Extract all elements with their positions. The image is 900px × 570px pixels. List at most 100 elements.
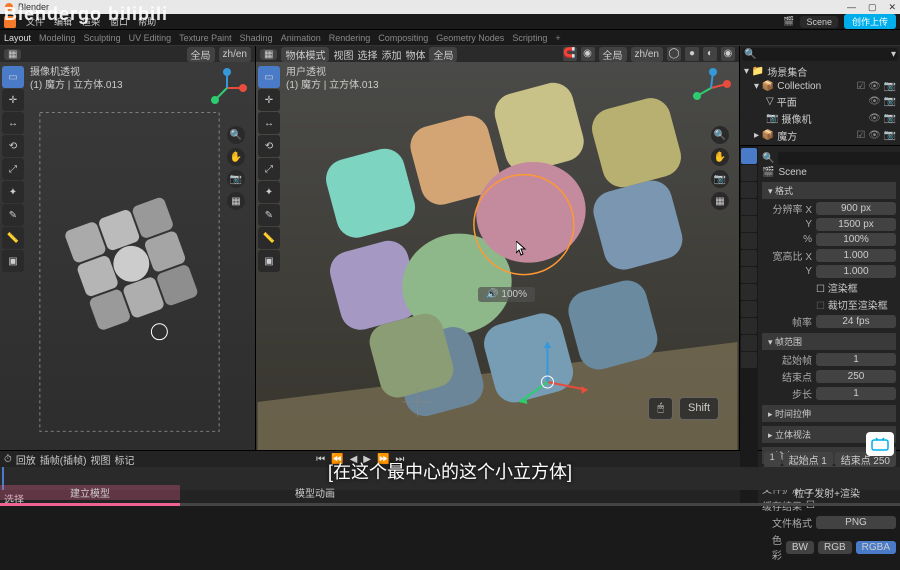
orientation[interactable]: 全局 bbox=[429, 47, 457, 62]
section-range[interactable]: ▾ 帧范围 bbox=[762, 333, 896, 350]
editor-type-icon[interactable]: ▦ bbox=[260, 49, 277, 60]
viewport-camera[interactable]: ▦ 全局 zh/en 摄像机透视(1) 魔方 | 立方体.013 ▭ ✛ bbox=[0, 46, 256, 450]
tool-measure[interactable]: 📏 bbox=[2, 227, 24, 249]
res-x[interactable]: 900 px bbox=[816, 202, 896, 215]
tab-modeling[interactable]: Modeling bbox=[39, 33, 76, 43]
menu-view[interactable]: 视图 bbox=[333, 47, 353, 62]
chk-crop[interactable]: ☐ 裁切至渲染框 bbox=[816, 297, 888, 312]
tool-addcube[interactable]: ▣ bbox=[258, 250, 280, 272]
tl-view[interactable]: 视图 bbox=[90, 452, 110, 467]
tl-marker[interactable]: 标记 bbox=[114, 452, 134, 467]
scene-selector[interactable]: Scene bbox=[800, 16, 838, 28]
tab-shading[interactable]: Shading bbox=[240, 33, 273, 43]
tab-rendering[interactable]: Rendering bbox=[329, 33, 371, 43]
tool-transform[interactable]: ✦ bbox=[258, 181, 280, 203]
pan-icon[interactable]: ✋ bbox=[227, 148, 245, 166]
outliner-collection[interactable]: ▾ 📦 Collection☑ 👁 📷 bbox=[742, 80, 898, 93]
res-y[interactable]: 1500 px bbox=[816, 218, 896, 231]
outliner-item-plane[interactable]: ▽ 平面👁 📷 bbox=[742, 93, 898, 110]
tab-output[interactable] bbox=[741, 165, 757, 181]
lang-toggle[interactable]: zh/en bbox=[631, 47, 663, 62]
camera-icon[interactable]: 📷 bbox=[711, 170, 729, 188]
outliner[interactable]: 🔍 ▾ ▾ 📁 场景集合 ▾ 📦 Collection☑ 👁 📷 ▽ 平面👁 📷… bbox=[740, 46, 900, 146]
viewport-main[interactable]: ▦ 物体模式 视图 选择 添加 物体 全局 🧲 ◉ 全局 zh/en ◯ ● ◐… bbox=[256, 46, 740, 450]
property-content[interactable]: 🔍 🎬 Scene ▾ 格式 分辨率 X900 px Y1500 px %100… bbox=[758, 146, 900, 570]
tl-keying[interactable]: 插帧(插帧) bbox=[40, 452, 87, 467]
frame-start[interactable]: 1 bbox=[816, 353, 896, 366]
editor-type-icon[interactable]: ⏱ bbox=[4, 454, 12, 465]
bilibili-upload-icon[interactable] bbox=[866, 432, 894, 456]
tab-uv[interactable]: UV Editing bbox=[129, 33, 172, 43]
zoom-icon[interactable]: 🔍 bbox=[711, 126, 729, 144]
proportional-icon[interactable]: ◉ bbox=[581, 47, 595, 61]
minimize-icon[interactable]: — bbox=[847, 2, 856, 13]
tool-rotate[interactable]: ⟲ bbox=[258, 135, 280, 157]
res-pct[interactable]: 100% bbox=[816, 233, 896, 246]
start-frame[interactable]: 起始点 1 bbox=[783, 452, 833, 467]
menu-add[interactable]: 添加 bbox=[381, 47, 401, 62]
editor-type-icon[interactable]: ▦ bbox=[4, 49, 21, 60]
persp-icon[interactable]: ▦ bbox=[711, 192, 729, 210]
shading-matprev-icon[interactable]: ◐ bbox=[703, 47, 717, 61]
camera-icon[interactable]: 📷 bbox=[227, 170, 245, 188]
color-bw[interactable]: BW bbox=[786, 541, 814, 554]
fps[interactable]: 24 fps bbox=[816, 315, 896, 328]
pan-icon[interactable]: ✋ bbox=[711, 148, 729, 166]
frame-end[interactable]: 250 bbox=[816, 370, 896, 383]
prop-search[interactable] bbox=[778, 152, 900, 165]
tab-layout[interactable]: Layout bbox=[4, 33, 31, 43]
window-controls[interactable]: — ▢ ✕ bbox=[847, 2, 896, 13]
tab-render[interactable] bbox=[741, 148, 757, 164]
tool-annotate[interactable]: ✎ bbox=[2, 204, 24, 226]
tool-annotate[interactable]: ✎ bbox=[258, 204, 280, 226]
maximize-icon[interactable]: ▢ bbox=[868, 2, 877, 13]
tool-move[interactable]: ↔ bbox=[2, 112, 24, 134]
tab-add[interactable]: + bbox=[555, 33, 560, 43]
tool-rotate[interactable]: ⟲ bbox=[2, 135, 24, 157]
transform-menu[interactable]: 全局 bbox=[599, 47, 627, 62]
tool-select[interactable]: ▭ bbox=[258, 66, 280, 88]
close-icon[interactable]: ✕ bbox=[888, 2, 896, 13]
snap-icon[interactable]: 🧲 bbox=[563, 47, 577, 61]
outliner-item-cube[interactable]: ▸ 📦 魔方☑ 👁 📷 bbox=[742, 127, 898, 144]
upload-button[interactable]: 创作上传 bbox=[844, 14, 896, 29]
tool-scale[interactable]: ⤢ bbox=[2, 158, 24, 180]
tool-scale[interactable]: ⤢ bbox=[258, 158, 280, 180]
persp-icon[interactable]: ▦ bbox=[227, 192, 245, 210]
mode-selector[interactable]: 物体模式 bbox=[281, 47, 329, 62]
tab-texture[interactable] bbox=[741, 352, 757, 368]
lang-toggle[interactable]: zh/en bbox=[219, 47, 251, 62]
tab-compositing[interactable]: Compositing bbox=[378, 33, 428, 43]
tab-constraint[interactable] bbox=[741, 301, 757, 317]
orientation[interactable]: 全局 bbox=[187, 47, 215, 62]
tool-cursor[interactable]: ✛ bbox=[2, 89, 24, 111]
tab-particle[interactable] bbox=[741, 267, 757, 283]
aspect-x[interactable]: 1.000 bbox=[816, 249, 896, 262]
section-time[interactable]: ▸ 时间拉伸 bbox=[762, 405, 896, 422]
tab-animation[interactable]: Animation bbox=[281, 33, 321, 43]
nav-gizmo[interactable] bbox=[207, 68, 247, 108]
shading-solid-icon[interactable]: ● bbox=[685, 47, 699, 61]
section-format[interactable]: ▾ 格式 bbox=[762, 182, 896, 199]
tool-transform[interactable]: ✦ bbox=[2, 181, 24, 203]
tab-scripting[interactable]: Scripting bbox=[512, 33, 547, 43]
aspect-y[interactable]: 1.000 bbox=[816, 265, 896, 278]
tab-material[interactable] bbox=[741, 335, 757, 351]
tab-data[interactable] bbox=[741, 318, 757, 334]
jump-start-icon[interactable]: ⏮ bbox=[316, 454, 325, 465]
tab-physics[interactable] bbox=[741, 284, 757, 300]
tab-texpaint[interactable]: Texture Paint bbox=[179, 33, 232, 43]
tool-cursor[interactable]: ✛ bbox=[258, 89, 280, 111]
tool-measure[interactable]: 📏 bbox=[258, 227, 280, 249]
chk-region[interactable]: ☐ 渲染框 bbox=[816, 280, 858, 295]
tab-viewlayer[interactable] bbox=[741, 182, 757, 198]
tab-sculpting[interactable]: Sculpting bbox=[84, 33, 121, 43]
tab-world[interactable] bbox=[741, 216, 757, 232]
tab-geonodes[interactable]: Geometry Nodes bbox=[436, 33, 504, 43]
nav-gizmo[interactable] bbox=[691, 68, 731, 108]
tool-select[interactable]: ▭ bbox=[2, 66, 24, 88]
tab-modifier[interactable] bbox=[741, 250, 757, 266]
outliner-root[interactable]: ▾ 📁 场景集合 bbox=[742, 63, 898, 80]
scene-name[interactable]: Scene bbox=[778, 167, 806, 178]
outliner-item-camera[interactable]: 📷 摄像机👁 📷 bbox=[742, 110, 898, 127]
